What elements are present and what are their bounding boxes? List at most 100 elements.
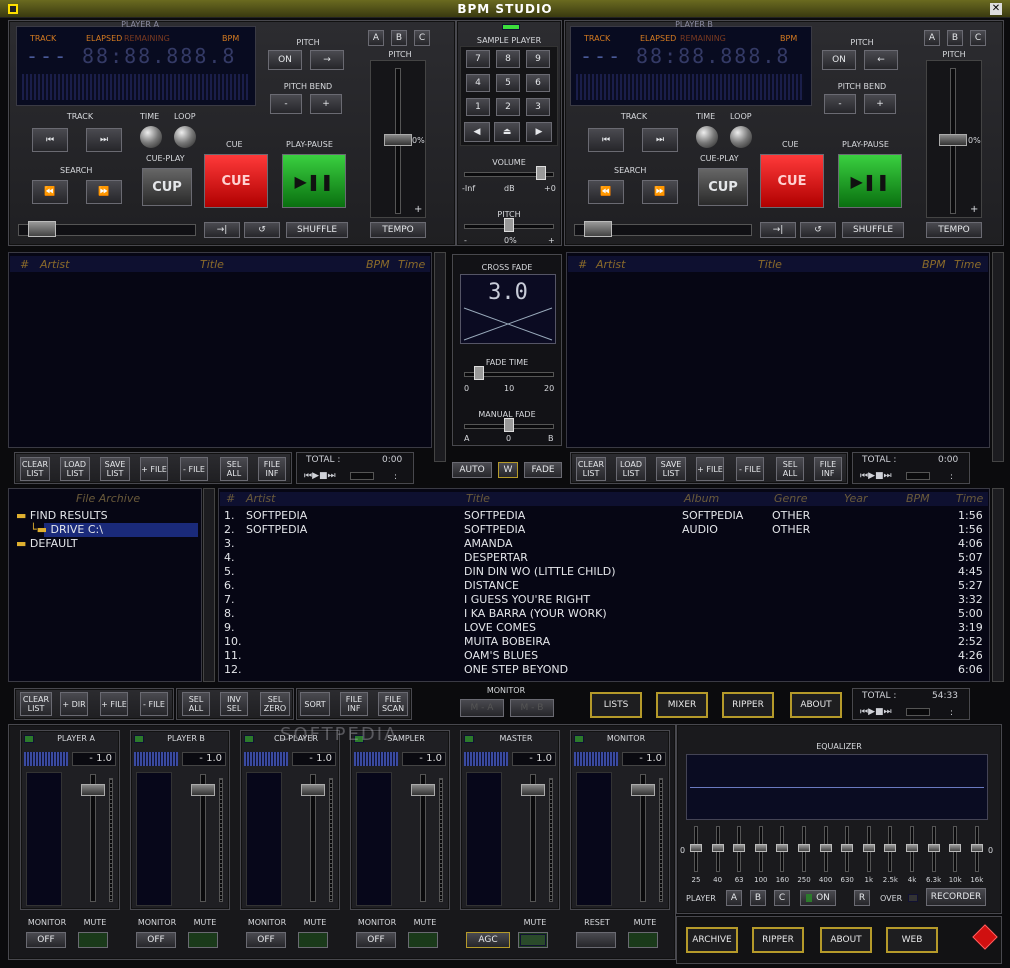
sampler-volume-thumb[interactable] [536, 166, 546, 180]
sampler-key-2[interactable]: 2 [496, 98, 520, 116]
sampler-key-4[interactable]: 4 [466, 74, 490, 92]
mute-button[interactable] [298, 932, 328, 948]
eq-b-button[interactable]: B [750, 890, 766, 906]
monitor-a-button[interactable]: M - A [460, 699, 504, 717]
lists-button[interactable]: LISTS [590, 692, 642, 718]
player-b-time-knob[interactable] [696, 126, 718, 148]
footer-about-button[interactable]: ABOUT [820, 927, 872, 953]
sampler-key-3[interactable]: 3 [526, 98, 550, 116]
eq-c-button[interactable]: C [774, 890, 790, 906]
archive-remove-file[interactable]: - FILE [140, 692, 168, 716]
playlist-a-mini-slider[interactable] [350, 472, 374, 480]
mixer-button[interactable]: MIXER [656, 692, 708, 718]
eq-band-thumb[interactable] [798, 844, 810, 852]
player-b-a-button[interactable]: A [924, 30, 940, 46]
player-a-time-knob[interactable] [140, 126, 162, 148]
playlist-b-scrollbar[interactable] [992, 252, 1004, 462]
sampler-back-button[interactable]: ◀ [464, 122, 490, 142]
eq-band-thumb[interactable] [970, 844, 983, 852]
monitor-off-button[interactable]: OFF [26, 932, 66, 948]
playlist-b-mini-slider[interactable] [906, 472, 930, 480]
eq-band-thumb[interactable] [690, 844, 702, 852]
sampler-key-7[interactable]: 7 [466, 50, 490, 68]
agc-button[interactable]: AGC [466, 932, 510, 948]
playlist-a-load-list[interactable]: LOAD LIST [60, 457, 90, 481]
player-a-cue-button[interactable]: CUE [204, 154, 268, 208]
table-row[interactable] [220, 663, 988, 677]
player-a-next-track[interactable]: ⏭ [86, 128, 122, 152]
ripper-button[interactable]: RIPPER [722, 692, 774, 718]
table-row[interactable] [220, 551, 988, 565]
player-b-tempo-button[interactable]: TEMPO [926, 222, 982, 238]
select-zero-button[interactable]: SEL ZERO [260, 692, 290, 716]
player-b-shuffle-button[interactable]: SHUFFLE [842, 222, 904, 238]
eq-band-thumb[interactable] [841, 844, 854, 852]
mute-button[interactable] [188, 932, 218, 948]
table-row[interactable] [220, 621, 988, 635]
player-a-position-thumb[interactable] [28, 221, 56, 237]
fade-button[interactable]: FADE [524, 462, 562, 478]
mute-button[interactable] [408, 932, 438, 948]
player-b-pitch-thumb[interactable] [939, 134, 967, 146]
sampler-key-6[interactable]: 6 [526, 74, 550, 92]
strip-fader-thumb[interactable] [191, 784, 215, 796]
monitor-b-button[interactable]: M - B [510, 699, 554, 717]
eq-band-thumb[interactable] [906, 844, 918, 852]
eq-r-button[interactable]: R [854, 890, 870, 906]
monitor-off-button[interactable]: OFF [136, 932, 176, 948]
table-row[interactable] [220, 537, 988, 551]
playlist-a-scrollbar[interactable] [434, 252, 446, 462]
file-info-button[interactable]: FILE INF [340, 692, 368, 716]
file-scan-button[interactable]: FILE SCAN [378, 692, 408, 716]
player-a-pitch-on-button[interactable]: ON [268, 50, 302, 70]
player-b-prev-track[interactable]: ⏮ [588, 128, 624, 152]
table-row[interactable] [220, 523, 988, 537]
sampler-key-1[interactable]: 1 [466, 98, 490, 116]
strip-fader-thumb[interactable] [411, 784, 435, 796]
player-a-a-button[interactable]: A [368, 30, 384, 46]
select-all-button[interactable]: SEL ALL [182, 692, 210, 716]
eq-band-thumb[interactable] [819, 844, 832, 852]
player-b-position-thumb[interactable] [584, 221, 612, 237]
eq-band-thumb[interactable] [949, 844, 962, 852]
player-b-loop-knob[interactable] [730, 126, 752, 148]
playlist-b-add-file[interactable]: + FILE [696, 457, 724, 481]
player-a-prev-track[interactable]: ⏮ [32, 128, 68, 152]
player-a-bend-plus[interactable]: + [310, 94, 342, 114]
mute-button[interactable] [78, 932, 108, 948]
playlist-a-remove-file[interactable]: - FILE [180, 457, 208, 481]
close-icon[interactable]: ✕ [990, 3, 1002, 15]
sampler-eject-button[interactable]: ⏏ [494, 122, 520, 142]
eq-band-thumb[interactable] [884, 844, 897, 852]
monitor-off-button[interactable]: OFF [356, 932, 396, 948]
playlist-b-file-info[interactable]: FILE INF [814, 457, 842, 481]
player-a-b-button[interactable]: B [391, 30, 407, 46]
player-b-loop-button[interactable]: ↺ [800, 222, 836, 238]
table-row[interactable] [220, 593, 988, 607]
player-b-b-button[interactable]: B [947, 30, 963, 46]
player-a-bend-minus[interactable]: - [270, 94, 302, 114]
sampler-key-8[interactable]: 8 [496, 50, 520, 68]
table-row[interactable] [220, 649, 988, 663]
eq-a-button[interactable]: A [726, 890, 742, 906]
strip-fader-thumb[interactable] [301, 784, 325, 796]
player-b-pitch-arrow-button[interactable]: ← [864, 50, 898, 70]
archive-add-file[interactable]: + FILE [100, 692, 128, 716]
mute-button[interactable] [628, 932, 658, 948]
eq-band-thumb[interactable] [733, 844, 746, 852]
player-a-c-button[interactable]: C [414, 30, 430, 46]
playlist-a-clear-list[interactable]: CLEAR LIST [20, 457, 50, 481]
player-a-rewind[interactable]: ⏪ [32, 180, 68, 204]
player-b-play-button[interactable]: ▶❚❚ [838, 154, 902, 208]
player-b-c-button[interactable]: C [970, 30, 986, 46]
player-b-rewind[interactable]: ⏪ [588, 180, 624, 204]
player-a-shuffle-button[interactable]: SHUFFLE [286, 222, 348, 238]
eq-band-thumb[interactable] [927, 844, 940, 852]
auto-fade-button[interactable]: AUTO [452, 462, 492, 478]
footer-ripper-button[interactable]: RIPPER [752, 927, 804, 953]
library-mini-slider[interactable] [906, 708, 930, 716]
playlist-b-remove-file[interactable]: - FILE [736, 457, 764, 481]
manual-fade-thumb[interactable] [504, 418, 514, 432]
eq-band-thumb[interactable] [711, 844, 724, 852]
library-transport[interactable]: ⏮▶■⏭ [860, 707, 892, 717]
